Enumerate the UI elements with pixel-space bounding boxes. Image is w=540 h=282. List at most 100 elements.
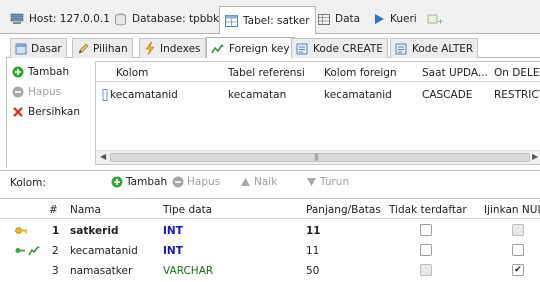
tab-basic[interactable]: Dasar [10, 38, 67, 58]
clear-foreign-keys-button[interactable]: Bersihkan [12, 106, 80, 118]
row-number: 3 [52, 265, 59, 277]
top-tab-bar: Host: 127.0.0.1 Database: tpbbk Tabel: s… [0, 0, 540, 35]
clear-foreign-keys-label: Bersihkan [28, 106, 81, 118]
column-length-cell[interactable]: 50 [306, 265, 319, 277]
horizontal-scrollbar[interactable]: ◀ ||| ▶ [96, 150, 540, 164]
table-icon [225, 14, 238, 27]
foreign-key-actions: Tambah Hapus Bersihkan [7, 58, 95, 168]
remove-icon [12, 86, 24, 98]
columns-grid-header: # Nama Tipe data Panjang/Batas Tidak ter… [0, 199, 540, 219]
tab-indexes[interactable]: Indexes [139, 38, 206, 58]
delete-foreign-key-button[interactable]: Hapus [12, 86, 61, 98]
tab-foreign-key[interactable]: Foreign key [206, 37, 295, 59]
fk-cell-ref-table[interactable]: kecamatan [228, 89, 286, 101]
tab-data-label: Data [335, 13, 361, 25]
table-row[interactable]: 2 kecamatanid INT 11 [0, 241, 540, 261]
create-code-icon [296, 43, 308, 54]
allow-null-checkbox[interactable]: ✔ [512, 264, 524, 276]
columns-label: Kolom: [10, 177, 46, 189]
database-icon [115, 13, 126, 25]
columns-toolbar: Kolom: Tambah Hapus Naik Turun [0, 173, 540, 193]
column-name-cell[interactable]: namasatker [70, 265, 132, 277]
tab-create-code-label: Kode CREATE [313, 42, 383, 55]
add-foreign-key-button[interactable]: Tambah [12, 66, 69, 78]
column-type-cell[interactable]: INT [163, 245, 183, 257]
fk-header-column: Kolom [116, 67, 149, 79]
tab-foreign-key-label: Foreign key [229, 42, 290, 55]
foreign-key-row[interactable]: kecamatanid kecamatan kecamatanid CASCAD… [96, 86, 540, 104]
fk-cell-column[interactable]: kecamatanid [110, 89, 178, 101]
row-number: 2 [52, 245, 59, 257]
column-length-cell[interactable]: 11 [306, 245, 319, 257]
column-type-cell[interactable]: INT [163, 225, 183, 237]
arrow-down-icon [307, 178, 316, 186]
column-name-cell[interactable]: satkerid [70, 225, 118, 237]
new-query-icon: + [427, 14, 443, 25]
allow-null-checkbox[interactable] [512, 244, 524, 256]
foreign-key-grid-header: Kolom Tabel referensi Kolom foreign Saat… [96, 62, 540, 82]
col-header-length: Panjang/Batas [306, 204, 381, 216]
unsigned-checkbox[interactable] [420, 224, 432, 236]
tab-host[interactable]: Host: 127.0.0.1 [4, 7, 116, 31]
table-editor-tabs: Dasar Pilihan Indexes Foreign key Kode C… [6, 36, 540, 59]
tab-query-label: Kueri [390, 13, 417, 25]
add-column-button[interactable]: Tambah [111, 176, 167, 188]
move-down-button[interactable]: Turun [306, 176, 349, 188]
tab-options[interactable]: Pilihan [72, 38, 133, 58]
scrollbar-thumb[interactable] [110, 153, 530, 162]
delete-foreign-key-label: Hapus [28, 86, 62, 98]
foreign-key-icon [211, 43, 224, 53]
scroll-right-icon[interactable]: ▶ [532, 152, 538, 161]
scroll-left-icon[interactable]: ◀ [100, 152, 106, 161]
tab-query[interactable]: Kueri [367, 7, 423, 31]
play-icon [375, 14, 384, 24]
delete-column-label: Hapus [187, 176, 221, 188]
lightning-icon [145, 42, 155, 55]
col-header-allow-null: Ijinkan NULL [484, 204, 540, 216]
remove-icon [172, 176, 184, 188]
foreign-key-icon [28, 246, 40, 256]
tab-create-code[interactable]: Kode CREATE [291, 38, 388, 58]
new-query-tab-button[interactable]: + [421, 7, 449, 31]
table-row[interactable]: 3 namasatker VARCHAR 50 ✔ [0, 261, 540, 281]
fk-cell-foreign-column[interactable]: kecamatanid [324, 89, 392, 101]
column-length-cell[interactable]: 11 [306, 225, 321, 237]
allow-null-checkbox[interactable] [512, 224, 524, 236]
arrow-up-icon [241, 178, 250, 186]
unsigned-checkbox[interactable] [420, 264, 432, 276]
tab-data[interactable]: Data [312, 7, 366, 31]
col-header-type: Tipe data [163, 204, 213, 216]
move-up-button[interactable]: Naik [240, 176, 277, 188]
tab-indexes-label: Indexes [160, 42, 201, 55]
pencil-icon [78, 43, 89, 53]
basic-icon [15, 43, 27, 54]
fk-cell-on-delete[interactable]: RESTRICT [494, 89, 540, 101]
table-row[interactable]: 1 satkerid INT 11 [0, 221, 540, 241]
columns-grid[interactable]: # Nama Tipe data Panjang/Batas Tidak ter… [0, 198, 540, 282]
delete-column-button[interactable]: Hapus [172, 176, 220, 188]
fk-cell-on-update[interactable]: CASCADE [422, 89, 472, 101]
tab-table[interactable]: Tabel: satker [219, 6, 316, 35]
move-up-label: Naik [254, 176, 278, 188]
unsigned-checkbox[interactable] [420, 244, 432, 256]
fk-header-on-delete: On DELETE [494, 67, 540, 79]
server-icon [10, 13, 24, 24]
tab-alter-code-label: Kode ALTER [412, 42, 474, 55]
clear-x-icon [13, 107, 23, 117]
tab-database[interactable]: Database: tpbbk [108, 7, 225, 31]
section-divider [0, 170, 540, 171]
move-down-label: Turun [320, 176, 350, 188]
column-type-cell[interactable]: VARCHAR [163, 265, 213, 277]
column-name-cell[interactable]: kecamatanid [70, 245, 138, 257]
foreign-key-panel: Tambah Hapus Bersihkan Kolom Tabel refer… [6, 58, 540, 168]
foreign-key-grid[interactable]: Kolom Tabel referensi Kolom foreign Saat… [95, 61, 540, 165]
tab-alter-code[interactable]: Kode ALTER [390, 38, 479, 58]
tab-basic-label: Dasar [31, 42, 62, 55]
grip-icon: ||| [314, 153, 319, 161]
alter-code-icon [395, 43, 407, 54]
svg-text:+: + [437, 17, 443, 25]
add-column-label: Tambah [126, 176, 168, 188]
row-number: 1 [52, 225, 60, 237]
add-icon [111, 176, 123, 188]
tab-host-label: Host: 127.0.0.1 [29, 13, 110, 25]
